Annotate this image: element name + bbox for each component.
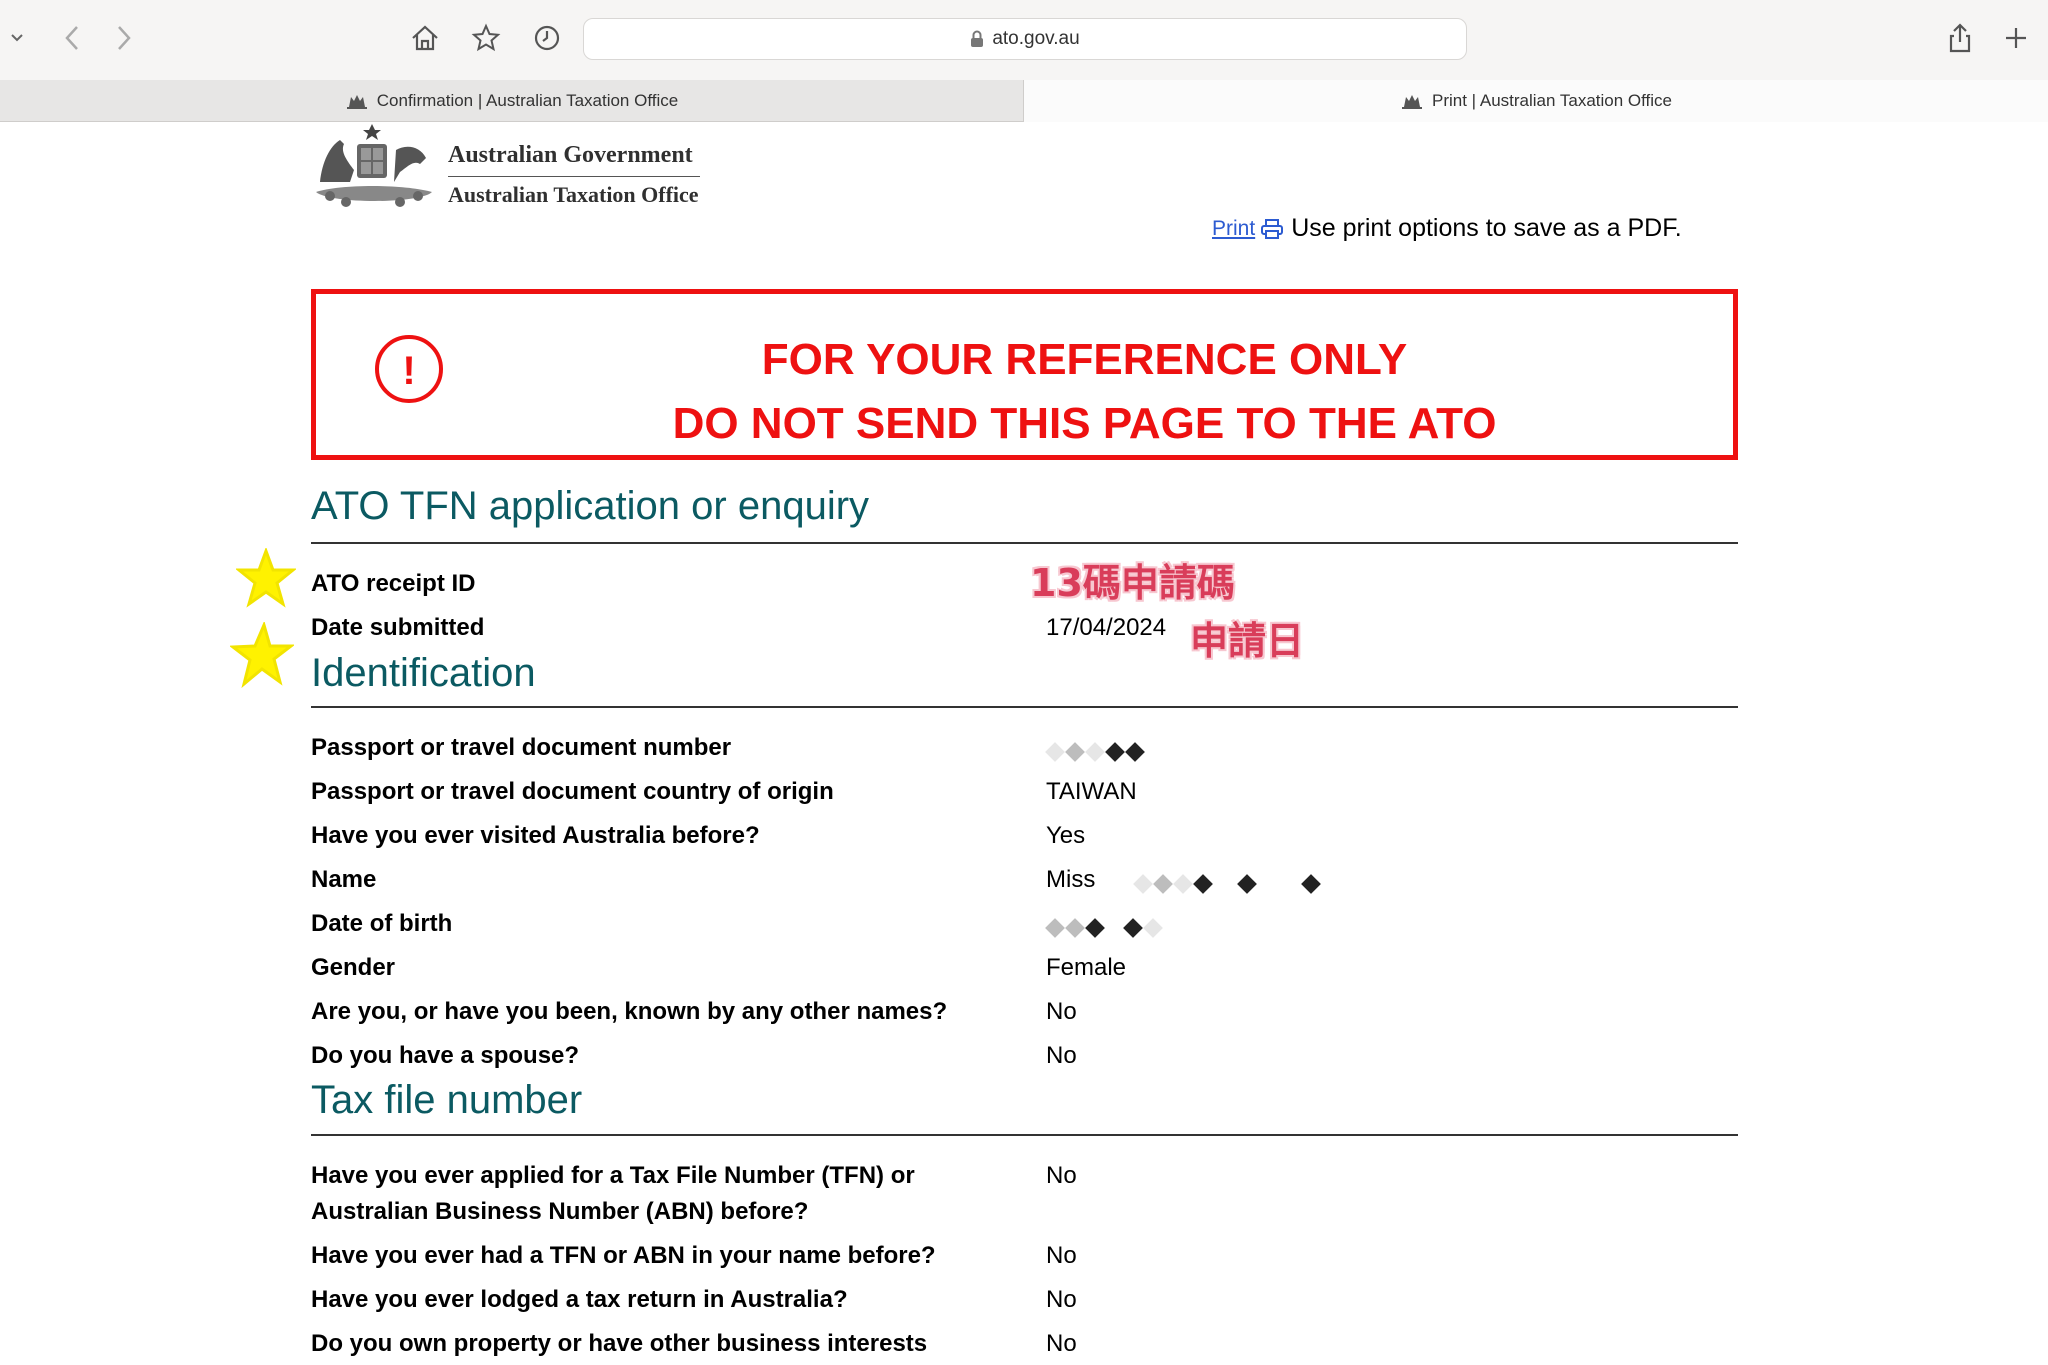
lodged-return-value: No	[1046, 1286, 1077, 1313]
passport-number-label: Passport or travel document number	[311, 734, 732, 761]
redacted-date-of-birth	[1045, 918, 1166, 938]
print-link[interactable]: Print	[1212, 217, 1255, 241]
tab-label: Print | Australian Taxation Office	[1431, 91, 1673, 110]
new-tab-plus-icon[interactable]	[1996, 18, 2036, 58]
tab-bar: Confirmation | Australian Taxation Offic…	[0, 80, 2048, 122]
section-divider	[311, 542, 1738, 544]
office-name: Australian Taxation Office	[448, 182, 699, 207]
highlight-star-icon	[230, 622, 294, 688]
date-submitted-value: 17/04/2024	[1046, 614, 1167, 641]
url-text: ato.gov.au	[992, 28, 1080, 49]
address-bar[interactable]: ato.gov.au	[583, 18, 1467, 60]
country-of-origin-label: Passport or travel document country of o…	[311, 778, 834, 805]
receipt-id-label: ATO receipt ID	[311, 570, 476, 597]
printer-icon[interactable]	[1261, 218, 1284, 239]
logo-divider	[448, 176, 700, 177]
bookmark-star-icon[interactable]	[466, 18, 506, 58]
reference-warning-box: ! FOR YOUR REFERENCE ONLY DO NOT SEND TH…	[311, 289, 1738, 460]
government-name: Australian Government	[448, 142, 693, 168]
ato-crest-icon	[345, 91, 369, 111]
home-icon[interactable]	[405, 18, 445, 58]
date-of-birth-label: Date of birth	[311, 910, 453, 937]
section-divider	[311, 1134, 1738, 1136]
applied-tfn-label-line-1: Have you ever applied for a Tax File Num…	[311, 1162, 915, 1189]
property-interests-label: Do you own property or have other busine…	[311, 1330, 928, 1357]
section-title-tax-file-number: Tax file number	[311, 1078, 583, 1122]
applied-tfn-label-line-2: Australian Business Number (ABN) before?	[311, 1198, 809, 1225]
share-icon[interactable]	[1940, 18, 1980, 58]
warning-line-2: DO NOT SEND THIS PAGE TO THE ATO	[672, 399, 1497, 448]
ato-crest-icon	[1400, 91, 1424, 111]
applied-tfn-value: No	[1046, 1162, 1077, 1189]
had-tfn-label: Have you ever had a TFN or ABN in your n…	[311, 1242, 936, 1269]
redacted-name	[1133, 874, 1324, 894]
visited-australia-label: Have you ever visited Australia before?	[311, 822, 760, 849]
redacted-passport-number	[1045, 742, 1148, 762]
back-icon[interactable]	[52, 18, 92, 58]
visited-australia-value: Yes	[1046, 822, 1086, 849]
lock-icon	[970, 30, 984, 48]
handwritten-note-date: 申請日	[1190, 619, 1305, 663]
print-instructions: Print Use print options to save as a PDF…	[1212, 214, 1682, 243]
tab-label: Confirmation | Australian Taxation Offic…	[376, 90, 679, 110]
section-title-identification: Identification	[311, 651, 536, 695]
property-interests-value: No	[1046, 1330, 1077, 1357]
forward-icon[interactable]	[104, 18, 144, 58]
history-clock-icon[interactable]	[527, 18, 567, 58]
date-submitted-label: Date submitted	[311, 614, 485, 641]
spouse-label: Do you have a spouse?	[311, 1042, 580, 1069]
section-divider	[311, 706, 1738, 708]
country-of-origin-value: TAIWAN	[1046, 778, 1137, 805]
print-hint: Use print options to save as a PDF.	[1291, 214, 1682, 242]
highlight-star-icon	[236, 548, 296, 608]
browser-toolbar: ato.gov.au	[0, 0, 2048, 80]
section-title-application: ATO TFN application or enquiry	[311, 484, 870, 528]
other-names-label: Are you, or have you been, known by any …	[311, 998, 948, 1025]
coat-of-arms-icon	[316, 124, 432, 207]
lodged-return-label: Have you ever lodged a tax return in Aus…	[311, 1286, 848, 1313]
handwritten-note-receipt: 13碼申請碼	[1030, 561, 1235, 605]
tab-print[interactable]: Print | Australian Taxation Office	[1024, 80, 2048, 122]
had-tfn-value: No	[1046, 1242, 1077, 1269]
gender-value: Female	[1046, 954, 1127, 981]
other-names-value: No	[1046, 998, 1077, 1025]
australian-government-logo: Australian Government Australian Taxatio…	[310, 122, 700, 214]
warning-line-1: FOR YOUR REFERENCE ONLY	[761, 335, 1408, 384]
name-value: Miss	[1046, 866, 1096, 893]
tab-confirmation[interactable]: Confirmation | Australian Taxation Offic…	[0, 80, 1024, 122]
name-label: Name	[311, 866, 377, 893]
sidebar-chevron-icon[interactable]	[0, 18, 34, 58]
spouse-value: No	[1046, 1042, 1077, 1069]
gender-label: Gender	[311, 954, 396, 981]
